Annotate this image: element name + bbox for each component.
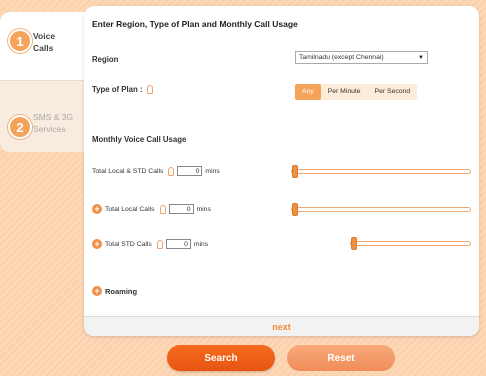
- plus-icon[interactable]: +: [92, 239, 102, 249]
- roaming-toggle[interactable]: + Roaming: [92, 286, 137, 296]
- step-number-badge: 2: [10, 117, 30, 137]
- next-link[interactable]: next: [272, 322, 291, 332]
- step-number-badge: 1: [10, 31, 30, 51]
- unit-label: mins: [205, 167, 220, 175]
- local-minutes-input[interactable]: 0: [168, 204, 194, 214]
- slider-handle[interactable]: [292, 203, 298, 216]
- plan-type-toggle: Any Per Minute Per Second: [295, 84, 418, 100]
- plan-option-any[interactable]: Any: [295, 84, 321, 100]
- slider-handle[interactable]: [351, 237, 357, 250]
- info-icon[interactable]: [168, 166, 175, 176]
- usage-row-std: + Total STD Calls 0 mins: [92, 239, 208, 249]
- usage-row-local: + Total Local Calls 0 mins: [92, 204, 211, 214]
- usage-row-local-std: Total Local & STD Calls 0 mins: [92, 166, 220, 176]
- local-std-slider[interactable]: [291, 165, 471, 178]
- step-label: Voice Calls: [33, 30, 73, 54]
- plan-form-card: Enter Region, Type of Plan and Monthly C…: [84, 6, 479, 336]
- local-slider[interactable]: [291, 203, 471, 216]
- search-button[interactable]: Search: [167, 345, 275, 371]
- slider-handle[interactable]: [292, 165, 298, 178]
- row-label-text: Total STD Calls: [105, 240, 152, 248]
- region-select-value: Tamilnadu (except Chennai): [299, 54, 384, 61]
- plan-label: Type of Plan :: [92, 85, 153, 95]
- info-icon[interactable]: [159, 204, 166, 214]
- plan-option-per-minute[interactable]: Per Minute: [321, 84, 368, 100]
- unit-label: mins: [193, 240, 209, 248]
- step-label-text: SMS & 3G Services: [33, 112, 74, 134]
- local-std-minutes-input[interactable]: 0: [177, 166, 203, 176]
- step-sms-3g[interactable]: 2 SMS & 3G Services: [0, 80, 90, 152]
- row-label-text: Total Local & STD Calls: [92, 167, 164, 175]
- roaming-label: Roaming: [105, 286, 138, 296]
- reset-button[interactable]: Reset: [287, 345, 395, 371]
- usage-heading: Monthly Voice Call Usage: [92, 135, 187, 144]
- region-select[interactable]: Tamilnadu (except Chennai) ▼: [295, 51, 428, 64]
- form-title: Enter Region, Type of Plan and Monthly C…: [92, 19, 298, 29]
- plus-icon[interactable]: +: [92, 204, 102, 214]
- step-voice-calls[interactable]: 1 Voice Calls: [0, 12, 90, 80]
- std-minutes-input[interactable]: 0: [165, 239, 191, 249]
- unit-label: mins: [196, 205, 211, 213]
- info-icon[interactable]: [156, 239, 163, 249]
- row-label-text: Total Local Calls: [105, 205, 155, 213]
- plan-option-per-second[interactable]: Per Second: [368, 84, 418, 100]
- std-slider[interactable]: [350, 237, 471, 250]
- region-label: Region: [92, 55, 119, 64]
- card-footer: next: [84, 316, 479, 336]
- plus-icon[interactable]: +: [92, 286, 102, 296]
- dropdown-arrow-icon: ▼: [418, 54, 424, 61]
- info-icon[interactable]: [146, 85, 153, 95]
- plan-label-text: Type of Plan :: [92, 85, 143, 94]
- step-label-text: Voice Calls: [33, 31, 56, 53]
- step-tabs: 1 Voice Calls 2 SMS & 3G Services: [0, 12, 90, 152]
- step-label: SMS & 3G Services: [33, 111, 79, 135]
